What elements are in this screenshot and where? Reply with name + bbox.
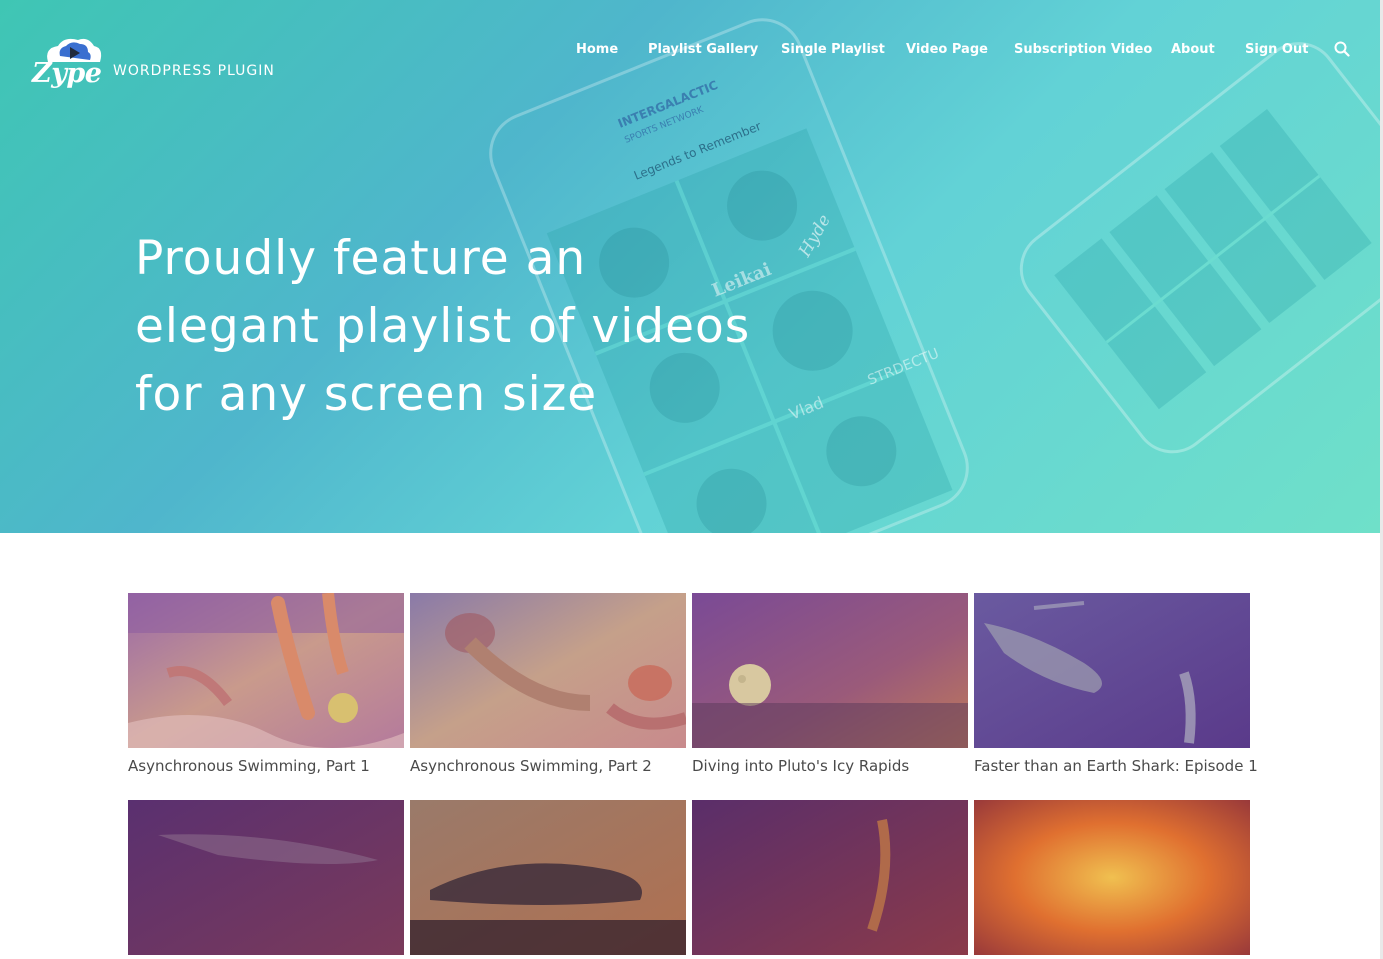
main-nav: Home Playlist Gallery Single Playlist Vi…: [0, 42, 1380, 62]
video-thumbnail[interactable]: [128, 592, 404, 748]
video-card[interactable]: [410, 800, 686, 959]
video-thumbnail[interactable]: [974, 593, 1250, 748]
nav-item-subscription-video[interactable]: Subscription Video: [1014, 42, 1152, 57]
nav-item-video-page[interactable]: Video Page: [906, 42, 988, 57]
video-card[interactable]: [128, 800, 404, 959]
video-thumbnail[interactable]: [128, 800, 404, 955]
video-card[interactable]: Faster than an Earth Shark: Episode 1: [974, 593, 1258, 775]
video-card[interactable]: Asynchronous Swimming, Part 1: [128, 592, 404, 775]
logo-wordmark[interactable]: Zype: [32, 58, 102, 89]
nav-item-sign-out[interactable]: Sign Out: [1245, 42, 1308, 57]
video-card[interactable]: Asynchronous Swimming, Part 2: [410, 593, 688, 775]
brand-subtitle: WORDPRESS PLUGIN: [113, 63, 275, 79]
search-icon[interactable]: [1334, 41, 1350, 57]
nav-item-single-playlist[interactable]: Single Playlist: [781, 42, 885, 57]
video-card[interactable]: [974, 800, 1250, 959]
video-thumbnail[interactable]: [974, 800, 1250, 955]
video-thumbnail[interactable]: [410, 800, 686, 955]
video-thumbnail[interactable]: [692, 593, 968, 748]
video-card[interactable]: Diving into Pluto's Icy Rapids: [692, 593, 968, 775]
video-thumbnail[interactable]: [410, 593, 688, 748]
video-title[interactable]: Diving into Pluto's Icy Rapids: [692, 757, 968, 775]
hero-title: Proudly feature an elegant playlist of v…: [135, 231, 751, 422]
video-card[interactable]: [692, 800, 968, 959]
video-thumbnail[interactable]: [692, 800, 968, 955]
video-title[interactable]: Faster than an Earth Shark: Episode 1: [974, 757, 1258, 775]
nav-item-home[interactable]: Home: [576, 42, 618, 57]
video-title[interactable]: Asynchronous Swimming, Part 1: [128, 757, 404, 775]
video-title[interactable]: Asynchronous Swimming, Part 2: [410, 757, 686, 775]
nav-item-about[interactable]: About: [1171, 42, 1215, 57]
nav-item-playlist-gallery[interactable]: Playlist Gallery: [648, 42, 758, 57]
hero-banner: INTERGALACTIC SPORTS NETWORK Legends to …: [0, 0, 1380, 533]
